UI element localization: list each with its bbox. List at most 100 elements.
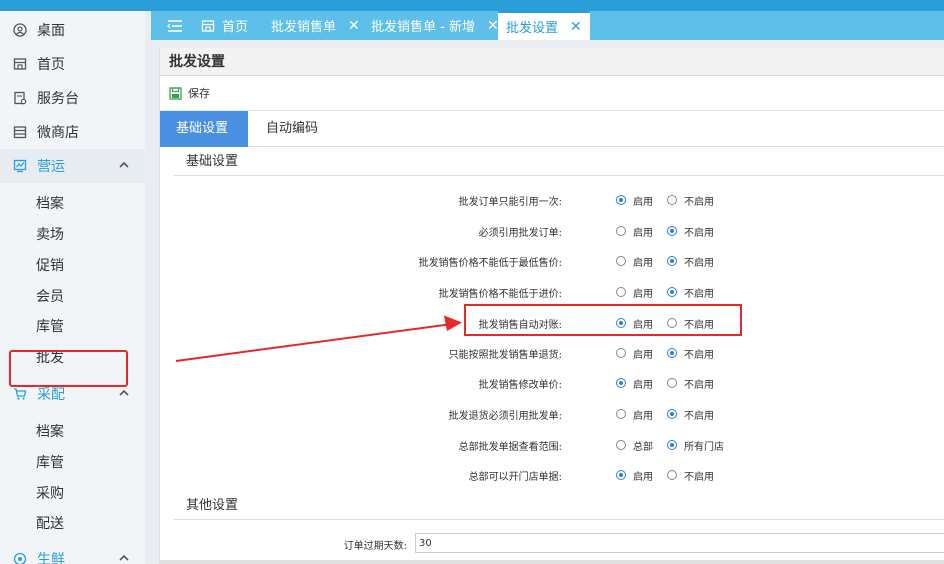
tab-label: 批发销售单 - 新增 bbox=[371, 20, 475, 35]
setting-label: 只能按照批发销售单退货: bbox=[448, 350, 562, 361]
radio-option-1-label[interactable]: 启用 bbox=[633, 254, 653, 269]
sidebar-subitem-archive[interactable]: 档案 bbox=[36, 193, 64, 213]
tab-wholesale-settings[interactable]: 批发设置 ✕ bbox=[498, 11, 590, 40]
sidebar-subitem-purchase[interactable]: 采购 bbox=[36, 483, 64, 503]
radio-option-2[interactable] bbox=[667, 470, 677, 480]
tab-label: 首页 bbox=[222, 20, 249, 35]
tab-home[interactable]: 首页 bbox=[201, 11, 248, 40]
radio-option-1-label[interactable]: 总部 bbox=[633, 438, 653, 453]
radio-option-2-label[interactable]: 不启用 bbox=[684, 346, 714, 361]
radio-option-1[interactable] bbox=[616, 256, 626, 266]
sidebar-item-label: 微商店 bbox=[37, 125, 79, 141]
radio-option-2-label[interactable]: 不启用 bbox=[684, 193, 714, 208]
radio-option-2[interactable] bbox=[667, 348, 677, 358]
setting-row: 总部可以开门店单据: 启用 不启用 bbox=[160, 465, 944, 485]
radio-option-1-label[interactable]: 启用 bbox=[633, 407, 653, 422]
sidebar-item-service-desk[interactable]: 服务台 bbox=[0, 81, 145, 115]
tab-wholesale-sales[interactable]: 批发销售单 ✕ bbox=[271, 11, 360, 40]
setting-row: 批发退货必须引用批发单: 启用 不启用 bbox=[160, 404, 944, 424]
radio-option-1[interactable] bbox=[616, 195, 626, 205]
sidebar-group-procurement[interactable]: 采配 bbox=[0, 377, 145, 411]
sidebar-subitem-promotion[interactable]: 促销 bbox=[36, 255, 64, 275]
radio-option-1[interactable] bbox=[616, 348, 626, 358]
tab-wholesale-sales-new[interactable]: 批发销售单 - 新增 ✕ bbox=[371, 11, 499, 40]
sidebar: 桌面 首页 服务台 微商店 营运 档案 卖场 促销 会员 库管 批发 采配 档案… bbox=[0, 11, 145, 564]
radio-option-1-label[interactable]: 启用 bbox=[633, 285, 653, 300]
setting-row: 批发订单只能引用一次: 启用 不启用 bbox=[160, 190, 944, 210]
setting-label: 总部批发单据查看范围: bbox=[458, 442, 562, 453]
tabs-bar: 首页 批发销售单 ✕ 批发销售单 - 新增 ✕ 批发设置 ✕ bbox=[151, 11, 944, 40]
radio-option-2-label[interactable]: 不启用 bbox=[684, 407, 714, 422]
radio-option-2-label[interactable]: 不启用 bbox=[684, 376, 714, 391]
home-icon bbox=[201, 19, 215, 32]
sidebar-item-desktop[interactable]: 桌面 bbox=[0, 13, 145, 47]
setting-label: 批发退货必须引用批发单: bbox=[448, 411, 562, 422]
sidebar-item-home[interactable]: 首页 bbox=[0, 47, 145, 81]
setting-label: 批发销售修改单价: bbox=[478, 380, 562, 391]
setting-label: 总部可以开门店单据: bbox=[468, 472, 562, 483]
setting-row: 批发销售修改单价: 启用 不启用 bbox=[160, 373, 944, 393]
sidebar-subitem-member[interactable]: 会员 bbox=[36, 286, 64, 306]
auto-reconcile-highlight-box bbox=[464, 304, 742, 336]
radio-option-2[interactable] bbox=[667, 287, 677, 297]
radio-option-1[interactable] bbox=[616, 409, 626, 419]
sidebar-subitem-delivery[interactable]: 配送 bbox=[36, 513, 64, 533]
radio-option-1-label[interactable]: 启用 bbox=[633, 193, 653, 208]
sidebar-subitem-inventory[interactable]: 库管 bbox=[36, 452, 64, 472]
toolbar: 保存 bbox=[160, 76, 944, 111]
top-bar bbox=[0, 0, 944, 11]
radio-option-1[interactable] bbox=[616, 226, 626, 236]
chevron-up-icon bbox=[119, 554, 129, 561]
radio-option-2-label[interactable]: 不启用 bbox=[684, 254, 714, 269]
radio-option-2[interactable] bbox=[667, 440, 677, 450]
radio-option-1-label[interactable]: 启用 bbox=[633, 468, 653, 483]
radio-option-2[interactable] bbox=[667, 378, 677, 388]
radio-option-1[interactable] bbox=[616, 440, 626, 450]
close-icon[interactable]: ✕ bbox=[348, 18, 360, 34]
sidebar-item-label: 桌面 bbox=[37, 23, 65, 39]
sidebar-item-shop[interactable]: 微商店 bbox=[0, 115, 145, 149]
radio-option-2-label[interactable]: 所有门店 bbox=[684, 438, 724, 453]
tab-label: 批发销售单 bbox=[271, 20, 337, 35]
order-expiry-row: 订单过期天数: bbox=[160, 533, 944, 555]
tab-basic-settings[interactable]: 基础设置 bbox=[160, 111, 248, 147]
order-expiry-input[interactable] bbox=[415, 533, 944, 553]
save-button[interactable]: 保存 bbox=[169, 85, 210, 101]
radio-option-2[interactable] bbox=[667, 409, 677, 419]
section-other-settings: 其他设置 bbox=[174, 494, 944, 520]
horizontal-scrollbar[interactable] bbox=[159, 560, 944, 564]
radio-option-1-label[interactable]: 启用 bbox=[633, 376, 653, 391]
desktop-icon bbox=[12, 22, 28, 38]
setting-row: 必须引用批发订单: 启用 不启用 bbox=[160, 221, 944, 241]
section-basic-settings: 基础设置 bbox=[174, 150, 944, 176]
close-icon[interactable]: ✕ bbox=[570, 19, 582, 35]
sidebar-group-label: 采配 bbox=[37, 387, 65, 403]
radio-option-2[interactable] bbox=[667, 195, 677, 205]
radio-option-2-label[interactable]: 不启用 bbox=[684, 224, 714, 239]
setting-label: 批发销售价格不能低于进价: bbox=[438, 289, 562, 300]
sidebar-subitem-archive[interactable]: 档案 bbox=[36, 421, 64, 441]
cart-icon bbox=[12, 386, 28, 402]
chevron-up-icon bbox=[119, 161, 129, 168]
radio-option-1-label[interactable]: 启用 bbox=[633, 224, 653, 239]
radio-option-1-label[interactable]: 启用 bbox=[633, 346, 653, 361]
setting-label: 必须引用批发订单: bbox=[478, 228, 562, 239]
tab-auto-numbering[interactable]: 自动编码 bbox=[250, 111, 334, 147]
operations-icon bbox=[12, 158, 28, 174]
radio-option-2-label[interactable]: 不启用 bbox=[684, 285, 714, 300]
radio-option-2-label[interactable]: 不启用 bbox=[684, 468, 714, 483]
sidebar-group-operations[interactable]: 营运 bbox=[0, 149, 145, 183]
radio-option-2[interactable] bbox=[667, 226, 677, 236]
sidebar-subitem-store[interactable]: 卖场 bbox=[36, 224, 64, 244]
sidebar-subitem-inventory[interactable]: 库管 bbox=[36, 316, 64, 336]
setting-label: 批发销售价格不能低于最低售价: bbox=[418, 258, 562, 269]
radio-option-1[interactable] bbox=[616, 378, 626, 388]
radio-option-1[interactable] bbox=[616, 470, 626, 480]
sidebar-group-fresh[interactable]: 生鲜 bbox=[0, 542, 145, 564]
menu-toggle-button[interactable] bbox=[167, 11, 183, 40]
setting-row: 只能按照批发销售单退货: 启用 不启用 bbox=[160, 343, 944, 363]
close-icon[interactable]: ✕ bbox=[487, 18, 499, 34]
radio-option-2[interactable] bbox=[667, 256, 677, 266]
service-desk-icon bbox=[12, 90, 28, 106]
radio-option-1[interactable] bbox=[616, 287, 626, 297]
